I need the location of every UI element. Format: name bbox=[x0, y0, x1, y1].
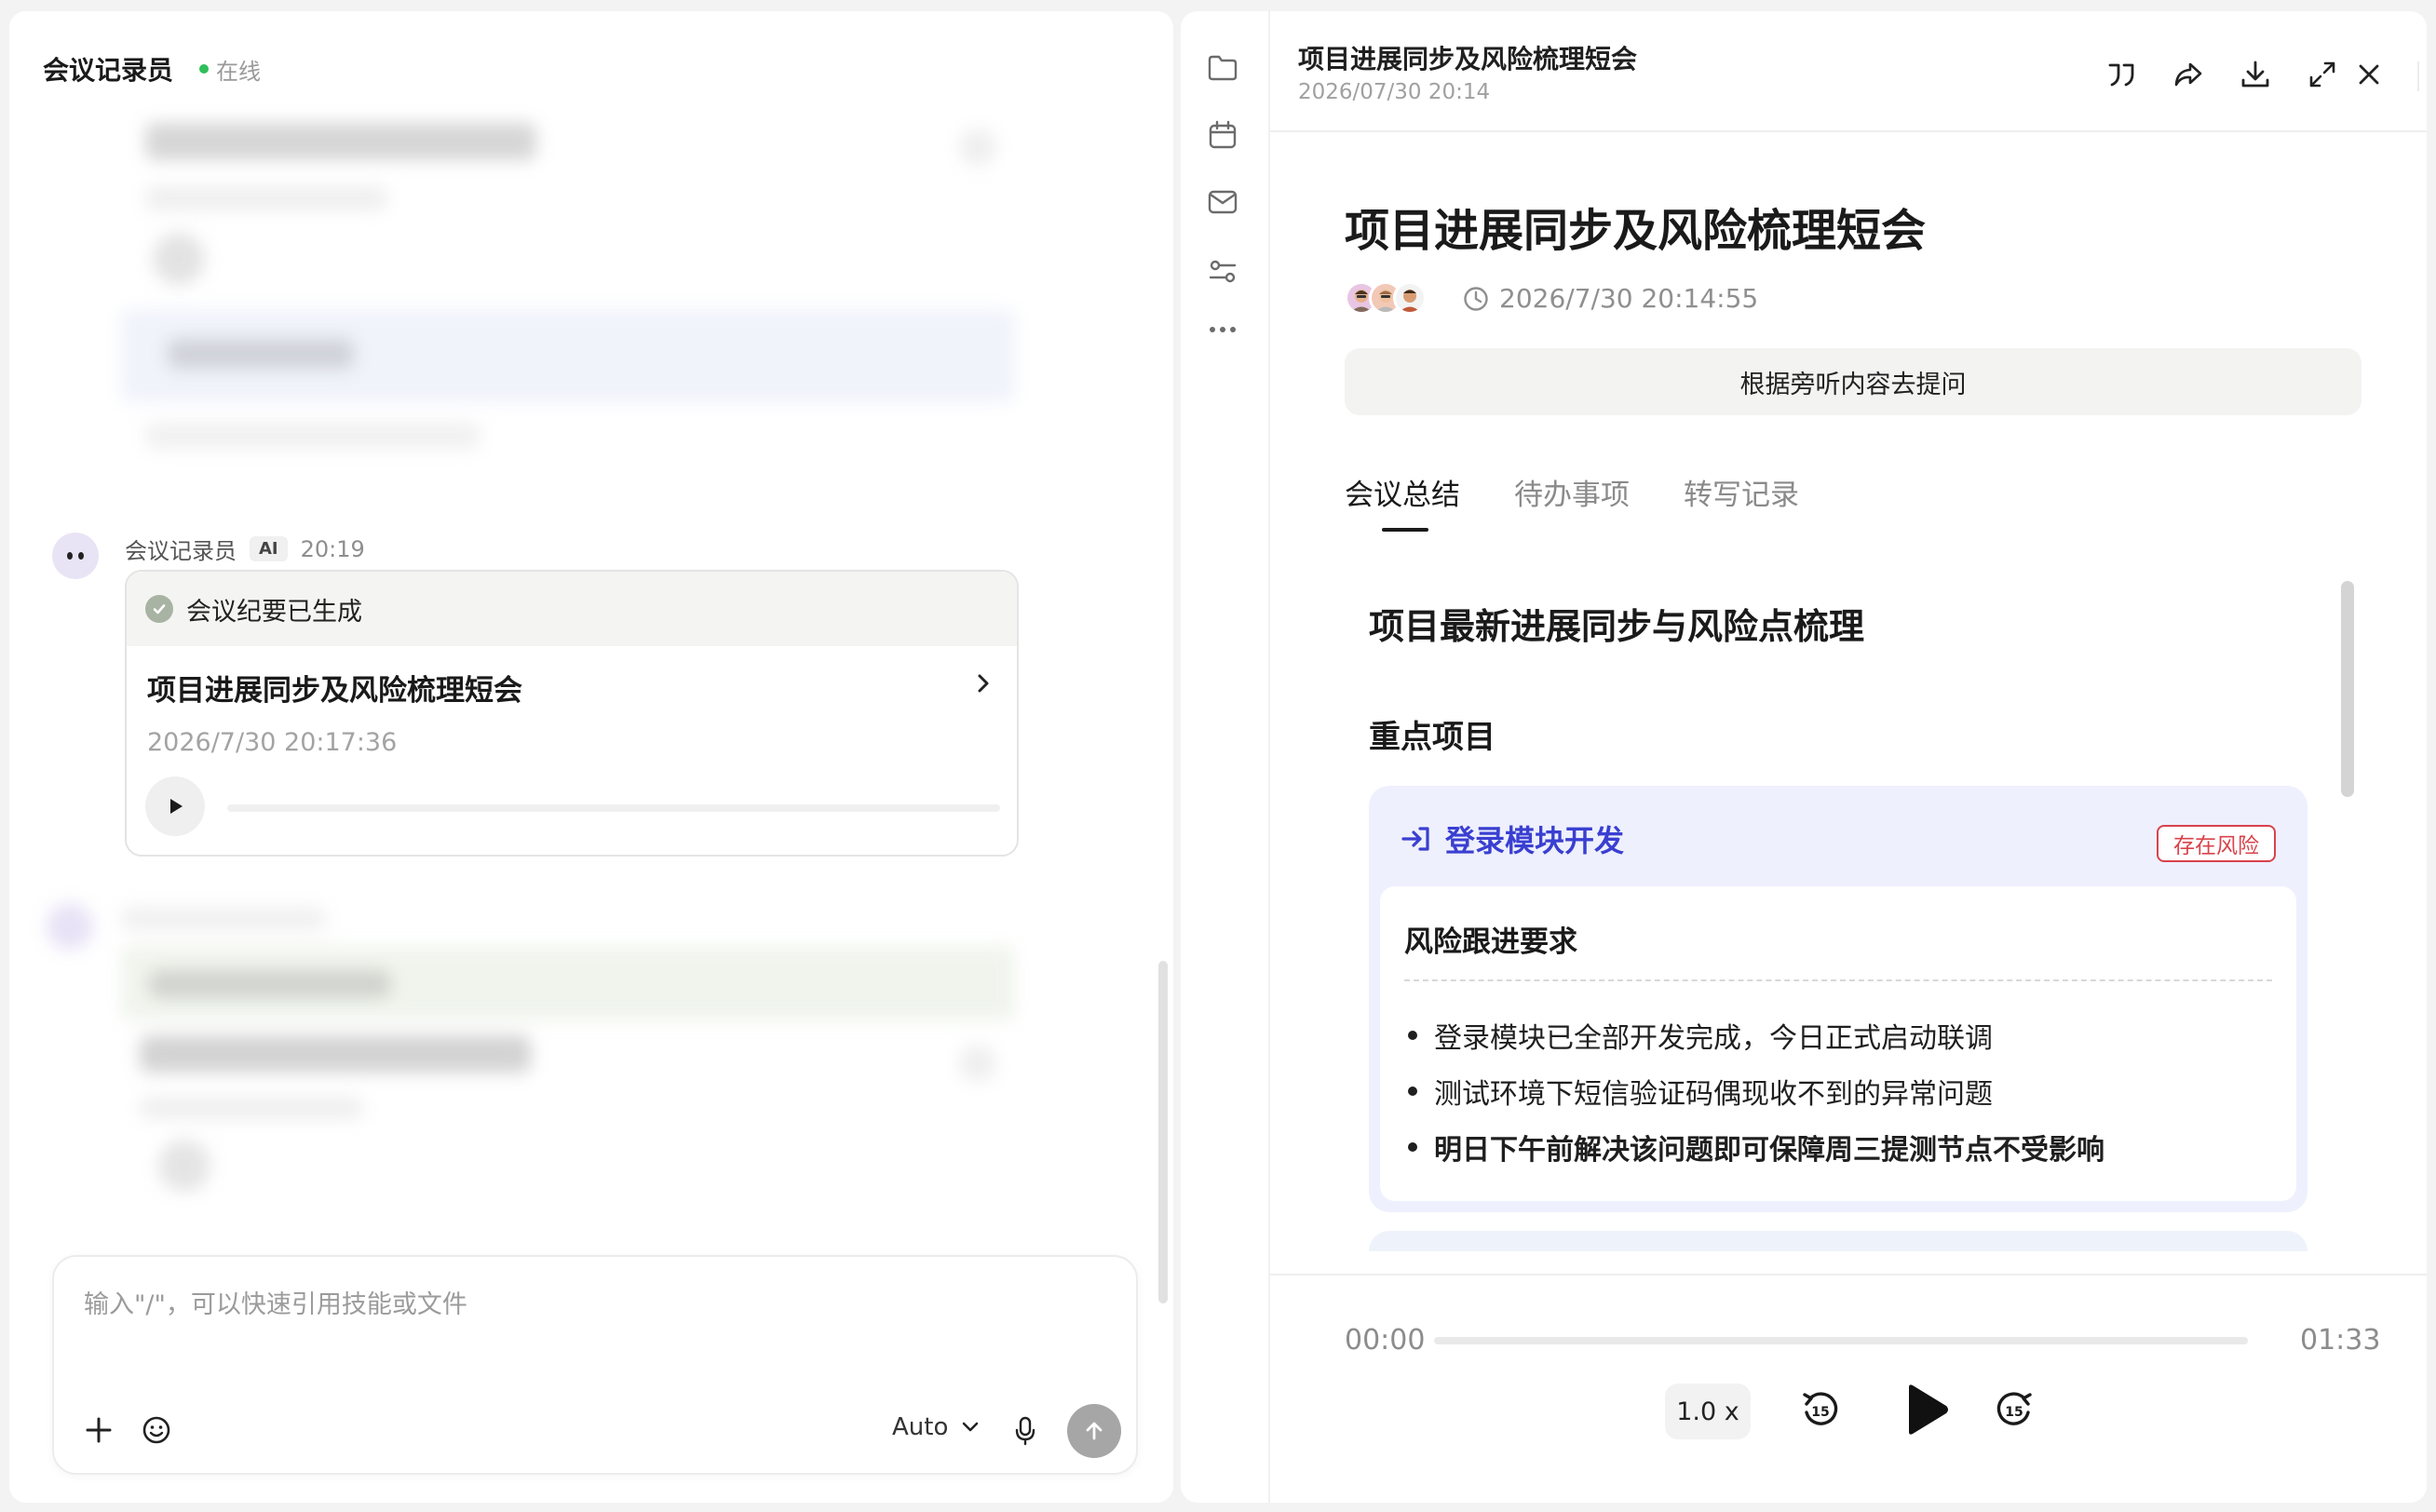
current-time: 00:00 bbox=[1345, 1324, 1426, 1357]
message-composer: Auto bbox=[52, 1255, 1138, 1475]
add-icon[interactable] bbox=[82, 1413, 115, 1451]
list-item: 明日下午前解决该问题即可保障周三提测节点不受影响 bbox=[1408, 1119, 2104, 1175]
project-card: 登录模块开发 存在风险 风险跟进要求 登录模块已全部开发完成，今日正式启动联调 … bbox=[1369, 786, 2307, 1212]
play-button[interactable] bbox=[1894, 1380, 1954, 1443]
app-window: 会议记录员 在线 会议记录员 AI 20:19 会议纪要已生成 项目进展同步及风… bbox=[0, 0, 2436, 1512]
section-title: 项目最新进展同步与风险点梳理 bbox=[1369, 606, 1865, 647]
svg-text:15: 15 bbox=[1811, 1405, 1829, 1420]
card-date: 2026/7/30 20:17:36 bbox=[147, 728, 398, 757]
bot-avatar bbox=[52, 533, 99, 579]
list-item: 登录模块已全部开发完成，今日正式启动联调 bbox=[1408, 1007, 2104, 1063]
svg-text:15: 15 bbox=[2005, 1405, 2023, 1420]
forward-15-icon[interactable]: 15 bbox=[1991, 1387, 2037, 1438]
content-scrollbar[interactable] bbox=[2341, 581, 2354, 797]
download-icon[interactable] bbox=[2239, 58, 2272, 95]
quote-icon[interactable] bbox=[2104, 58, 2138, 95]
online-dot-icon bbox=[199, 64, 210, 74]
card-play-button[interactable] bbox=[145, 776, 205, 836]
document-tabs: 会议总结 待办事项 转写记录 bbox=[1345, 471, 1799, 532]
participant-avatar bbox=[1393, 281, 1427, 315]
project-name: 登录模块开发 bbox=[1445, 823, 1625, 858]
participant-avatars[interactable] bbox=[1345, 281, 1427, 315]
emoji-icon[interactable] bbox=[140, 1413, 173, 1451]
document-header: 项目进展同步及风险梳理短会 2026/07/30 20:14 bbox=[1270, 11, 2427, 132]
model-select-label: Auto bbox=[892, 1413, 949, 1441]
chat-panel: 会议记录员 在线 会议记录员 AI 20:19 会议纪要已生成 项目进展同步及风… bbox=[9, 11, 1173, 1503]
chat-scrollbar[interactable] bbox=[1158, 961, 1168, 1303]
play-icon bbox=[170, 799, 183, 814]
speed-button[interactable]: 1.0 x bbox=[1665, 1384, 1751, 1439]
check-circle-icon bbox=[145, 595, 173, 623]
more-icon[interactable] bbox=[1207, 322, 1238, 340]
send-button[interactable] bbox=[1067, 1404, 1121, 1458]
login-icon bbox=[1401, 827, 1429, 851]
mail-icon[interactable] bbox=[1207, 188, 1238, 220]
close-icon[interactable] bbox=[2352, 58, 2386, 95]
dashed-divider bbox=[1404, 979, 2272, 981]
chevron-right-icon[interactable] bbox=[974, 672, 993, 698]
message-meta: 会议记录员 AI 20:19 bbox=[125, 533, 365, 565]
risk-list: 登录模块已全部开发完成，今日正式启动联调 测试环境下短信验证码偶现收不到的异常问… bbox=[1408, 1007, 2104, 1175]
clock-icon bbox=[1464, 286, 1488, 311]
message-input[interactable] bbox=[84, 1290, 1089, 1319]
tab-summary[interactable]: 会议总结 bbox=[1345, 471, 1460, 532]
ai-badge: AI bbox=[250, 536, 288, 561]
risk-followup-box: 风险跟进要求 登录模块已全部开发完成，今日正式启动联调 测试环境下短信验证码偶现… bbox=[1380, 886, 2296, 1201]
risk-tag: 存在风险 bbox=[2157, 825, 2276, 862]
audio-player: 00:00 01:33 1.0 x 15 15 bbox=[1270, 1274, 2427, 1503]
bot-name: 会议记录员 bbox=[43, 55, 174, 86]
ask-question-button[interactable]: 根据旁听内容去提问 bbox=[1345, 348, 2362, 415]
header-date: 2026/07/30 20:14 bbox=[1298, 80, 1491, 104]
online-label: 在线 bbox=[216, 58, 262, 85]
total-time: 01:33 bbox=[2300, 1324, 2381, 1357]
side-rail bbox=[1181, 11, 1270, 1503]
arrow-up-icon bbox=[1086, 1422, 1103, 1440]
share-icon[interactable] bbox=[2172, 58, 2205, 95]
card-header: 会议纪要已生成 bbox=[127, 572, 1017, 646]
subsection-title: 重点项目 bbox=[1369, 719, 1495, 756]
tab-transcript[interactable]: 转写记录 bbox=[1684, 471, 1799, 532]
blurred-history-bottom bbox=[37, 886, 1043, 1240]
play-icon bbox=[1909, 1384, 1948, 1435]
header-title: 项目进展同步及风险梳理短会 bbox=[1298, 44, 1638, 74]
filter-icon[interactable] bbox=[1207, 255, 1238, 290]
playback-track[interactable] bbox=[1434, 1337, 2248, 1344]
message-sender: 会议记录员 bbox=[125, 538, 237, 564]
blurred-history-top bbox=[102, 95, 1034, 486]
calendar-icon[interactable] bbox=[1207, 119, 1238, 155]
card-header-label: 会议纪要已生成 bbox=[186, 597, 362, 627]
document-title: 项目进展同步及风险梳理短会 bbox=[1345, 205, 1927, 257]
document-time: 2026/7/30 20:14:55 bbox=[1462, 283, 1758, 314]
expand-icon[interactable] bbox=[2306, 58, 2339, 95]
card-title: 项目进展同步及风险梳理短会 bbox=[147, 674, 522, 708]
folder-icon[interactable] bbox=[1207, 54, 1238, 86]
document-time-label: 2026/7/30 20:14:55 bbox=[1499, 283, 1759, 314]
online-status: 在线 bbox=[199, 53, 261, 86]
chat-header: 会议记录员 在线 bbox=[43, 48, 261, 89]
message-time: 20:19 bbox=[300, 535, 365, 562]
chevron-down-icon bbox=[963, 1422, 979, 1432]
project-header: 登录模块开发 bbox=[1401, 817, 1624, 860]
risk-followup-title: 风险跟进要求 bbox=[1404, 925, 1577, 959]
rewind-15-icon[interactable]: 15 bbox=[1797, 1387, 1844, 1438]
header-divider bbox=[2417, 61, 2419, 91]
microphone-icon[interactable] bbox=[1009, 1413, 1041, 1451]
document-panel: 项目进展同步及风险梳理短会 2026/07/30 20:14 项目进展同步及风险… bbox=[1181, 11, 2427, 1503]
minutes-card[interactable]: 会议纪要已生成 项目进展同步及风险梳理短会 2026/7/30 20:17:36 bbox=[125, 570, 1019, 857]
tab-todos[interactable]: 待办事项 bbox=[1514, 471, 1630, 532]
next-project-card bbox=[1369, 1231, 2307, 1251]
card-audio-track[interactable] bbox=[227, 804, 1000, 812]
list-item: 测试环境下短信验证码偶现收不到的异常问题 bbox=[1408, 1063, 2104, 1119]
model-select[interactable]: Auto bbox=[892, 1413, 980, 1441]
